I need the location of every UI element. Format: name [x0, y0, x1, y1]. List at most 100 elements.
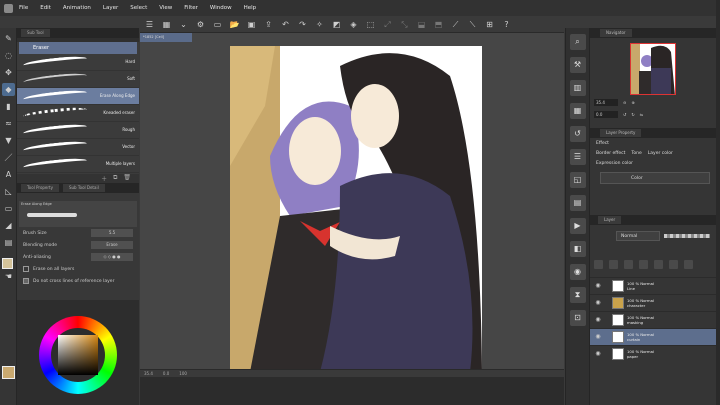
sub-tool-group-header[interactable]: Eraser: [19, 42, 137, 54]
new-raster-layer-icon[interactable]: [594, 260, 603, 269]
move-tool-icon[interactable]: ✥: [2, 66, 15, 79]
visibility-eye-icon[interactable]: ◉: [594, 333, 602, 341]
tool-switch-icon[interactable]: ⚒: [569, 57, 586, 73]
item-bank-icon[interactable]: ▤: [569, 195, 586, 211]
new-canvas-icon[interactable]: ▭: [212, 19, 223, 30]
main-color-swatch[interactable]: [2, 258, 13, 269]
settings-icon[interactable]: ⚙: [195, 19, 206, 30]
zoom-out-icon[interactable]: ⊖: [623, 100, 626, 105]
reference-icon[interactable]: ⊡: [569, 310, 586, 326]
erase-all-layers-row[interactable]: Erase on all layers: [17, 263, 139, 275]
status-angle[interactable]: 0.0: [163, 371, 169, 376]
pen-tool-icon[interactable]: ✎: [2, 32, 15, 45]
rotate-left-icon[interactable]: ↺: [623, 112, 626, 117]
blending-mode-select[interactable]: Erase: [91, 241, 133, 249]
brush-item-selected[interactable]: Erase Along Edge: [17, 88, 139, 105]
color-set-icon[interactable]: ▦: [569, 103, 586, 119]
delete-layer-icon[interactable]: [684, 260, 693, 269]
brush-item[interactable]: Multiple layers: [17, 156, 139, 173]
sub-view-icon[interactable]: ◱: [569, 172, 586, 188]
clear-icon[interactable]: ✧: [314, 19, 325, 30]
anti-aliasing-selector[interactable]: ◇ ◇ ● ●: [91, 253, 133, 261]
navigator-rotate-value[interactable]: 0.0: [594, 111, 618, 118]
line-tool-icon[interactable]: ／: [2, 151, 15, 164]
save-icon[interactable]: ▣: [246, 19, 257, 30]
rotate-right-icon[interactable]: ↻: [631, 112, 634, 117]
ruler-tool-icon[interactable]: ◢: [2, 219, 15, 232]
fill-tool-icon[interactable]: ▼: [2, 134, 15, 147]
brush-item[interactable]: Soft: [17, 71, 139, 88]
lasso-tool-icon[interactable]: ◌: [2, 49, 15, 62]
blend-tool-icon[interactable]: ≈: [2, 117, 15, 130]
snap-grid-icon[interactable]: ⊞: [484, 19, 495, 30]
export-icon[interactable]: ⇪: [263, 19, 274, 30]
gradient-tool-icon[interactable]: ▤: [2, 236, 15, 249]
layer-mask-icon[interactable]: [639, 260, 648, 269]
invert-selection-icon[interactable]: ⤡: [399, 19, 410, 30]
auto-action-icon[interactable]: ▶: [569, 218, 586, 234]
timeline-icon[interactable]: ⧗: [569, 287, 586, 303]
brush-item[interactable]: Kneaded eraser: [17, 105, 139, 122]
layer-row[interactable]: ◉ 100 % Normal Line: [590, 277, 720, 294]
menu-window[interactable]: Window: [210, 5, 232, 11]
camera-icon[interactable]: ◉: [569, 264, 586, 280]
brush-item[interactable]: Hard: [17, 54, 139, 71]
brush-item[interactable]: Rough: [17, 122, 139, 139]
color-wheel[interactable]: [39, 316, 117, 394]
layer-row[interactable]: ◉ 100 % Normal masking: [590, 311, 720, 328]
menu-layer[interactable]: Layer: [103, 5, 118, 11]
tone-button[interactable]: Tone: [631, 151, 641, 156]
navigator-thumbnail[interactable]: [630, 43, 676, 95]
text-tool-icon[interactable]: A: [2, 168, 15, 181]
zoom-in-icon[interactable]: ⊕: [631, 100, 634, 105]
brush-size-value[interactable]: 5.5: [91, 229, 133, 237]
help-icon[interactable]: ?: [501, 19, 512, 30]
layer-blend-mode-select[interactable]: Normal: [616, 231, 660, 241]
flip-icon[interactable]: ⇋: [640, 112, 643, 117]
layer-search-icon[interactable]: ☰: [569, 149, 586, 165]
new-vector-layer-icon[interactable]: [609, 260, 618, 269]
tab-tool-property[interactable]: Tool Property: [21, 184, 59, 192]
shape-tool-icon[interactable]: ◺: [2, 185, 15, 198]
merge-down-icon[interactable]: [669, 260, 678, 269]
snap-special-ruler-icon[interactable]: ⟍: [467, 19, 478, 30]
menu-animation[interactable]: Animation: [63, 5, 91, 11]
history-icon[interactable]: ↺: [569, 126, 586, 142]
crop-icon[interactable]: ⬓: [416, 19, 427, 30]
snap-ruler-icon[interactable]: ⟋: [450, 19, 461, 30]
artwork-canvas[interactable]: [230, 46, 482, 372]
animation-cel-icon[interactable]: ◧: [569, 241, 586, 257]
fill-selection-icon[interactable]: ◈: [348, 19, 359, 30]
layer-color-button[interactable]: Layer color: [648, 151, 673, 156]
menu-file[interactable]: File: [19, 5, 28, 11]
chevron-down-icon[interactable]: ⌄: [178, 19, 189, 30]
sub-color-swatch[interactable]: [2, 366, 15, 379]
layer-row[interactable]: ◉ 100 % Normal character: [590, 294, 720, 311]
status-zoom[interactable]: 35.4: [144, 371, 153, 376]
tab-navigator[interactable]: Navigator: [600, 29, 632, 37]
grid-view-icon[interactable]: ▦: [161, 19, 172, 30]
menu-help[interactable]: Help: [244, 5, 257, 11]
tab-sub-tool-detail[interactable]: Sub Tool Detail: [62, 184, 105, 192]
saturation-value-square[interactable]: [58, 335, 98, 375]
tab-sub-tool[interactable]: Sub Tool: [21, 29, 50, 37]
redo-icon[interactable]: ↷: [297, 19, 308, 30]
brush-item[interactable]: Vector: [17, 139, 139, 156]
eraser-tool-icon[interactable]: ◆: [2, 83, 15, 96]
navigator-zoom-value[interactable]: 35.4: [594, 99, 618, 106]
transform-icon[interactable]: ⬚: [365, 19, 376, 30]
hamburger-menu-icon[interactable]: ☰: [144, 19, 155, 30]
menu-edit[interactable]: Edit: [40, 5, 51, 11]
search-icon[interactable]: ⌕: [569, 34, 586, 50]
new-folder-icon[interactable]: [624, 260, 633, 269]
visibility-eye-icon[interactable]: ◉: [594, 282, 602, 290]
layer-row-selected[interactable]: ◉ 100 % Normal curtain: [590, 328, 720, 345]
border-effect-button[interactable]: Border effect: [596, 151, 625, 156]
no-cross-row[interactable]: Do not cross lines of reference layer: [17, 275, 139, 287]
frame-tool-icon[interactable]: ▭: [2, 202, 15, 215]
expression-color-select[interactable]: Color: [600, 172, 710, 184]
document-tab[interactable]: *1852 [Cell]: [140, 33, 192, 42]
fill-icon[interactable]: ◩: [331, 19, 342, 30]
apply-mask-icon[interactable]: [654, 260, 663, 269]
tab-layer[interactable]: Layer: [598, 216, 622, 224]
